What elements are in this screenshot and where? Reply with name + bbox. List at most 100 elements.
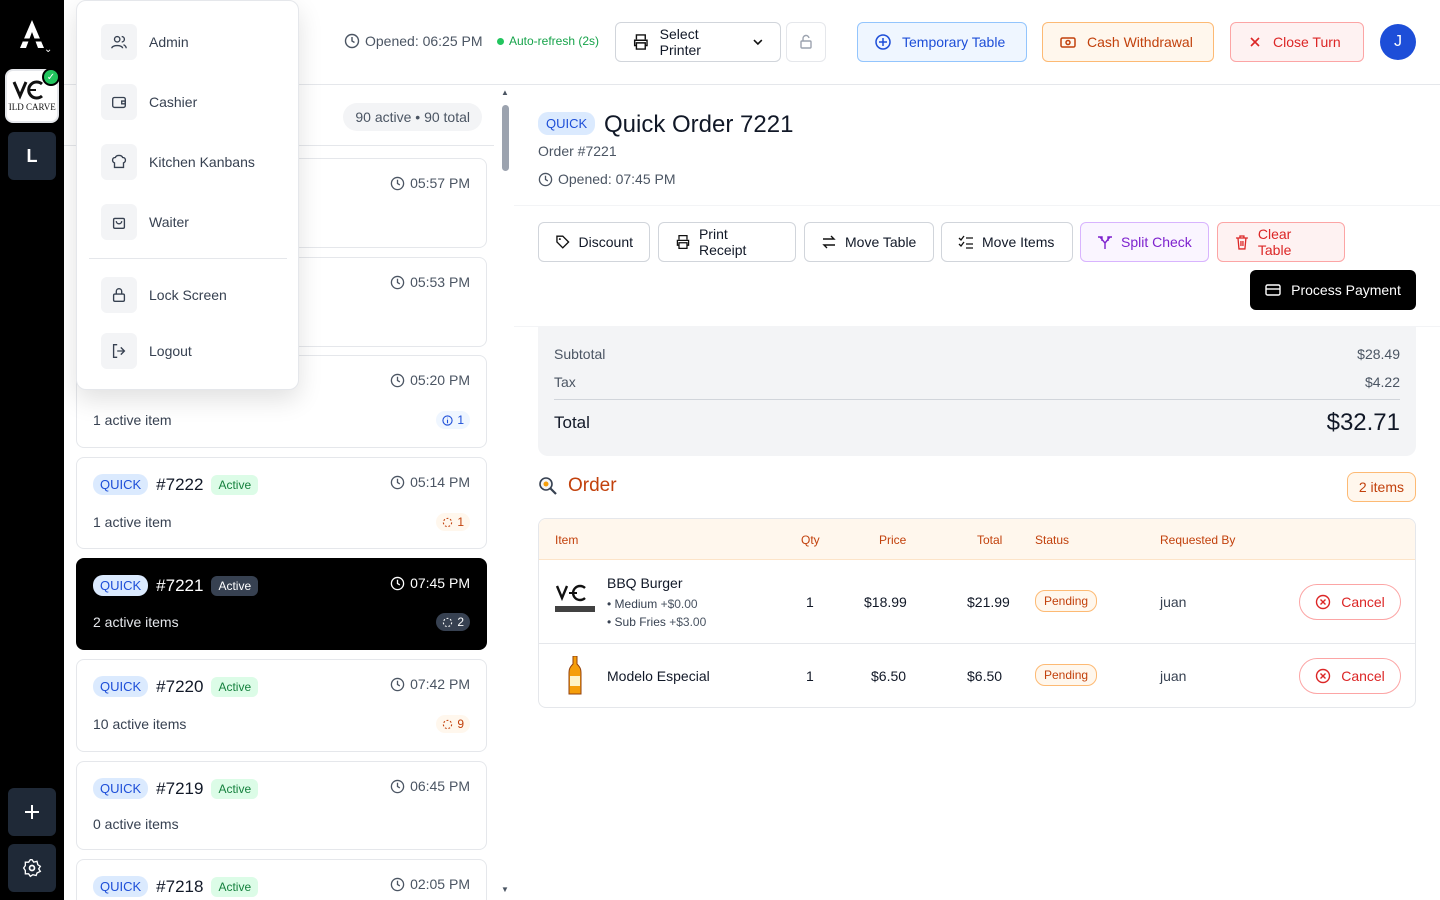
clock-icon [344,33,360,49]
order-card[interactable]: QUICK #7218 Active 02:05 PM [76,859,487,900]
order-time: 02:05 PM [390,876,470,892]
close-turn-button[interactable]: Close Turn [1230,22,1364,62]
clock-icon [390,877,405,891]
gear-icon [22,859,42,878]
order-time-text: 06:45 PM [410,778,470,794]
settings-button[interactable] [8,844,56,892]
item-qty: 1 [806,594,814,610]
shopping-bag-icon [101,204,137,240]
menu-item-admin[interactable]: Admin [101,24,189,60]
total-row: Total $32.71 [554,409,1400,437]
order-number: #7221 [156,575,204,595]
turn-opened-text: Opened: 06:25 PM [365,33,483,49]
order-time-text: 05:14 PM [410,474,470,490]
plus-circle-icon [875,34,891,50]
menu-item-logout[interactable]: Logout [101,333,192,369]
x-circle-icon [1316,668,1331,684]
menu-item-lock-screen[interactable]: Lock Screen [101,277,227,313]
item-total: $6.50 [967,668,1003,684]
loader-icon [443,617,453,627]
status-badge: Pending [1035,664,1098,686]
status-dot [497,37,504,45]
order-number: #7219 [156,778,204,798]
unlock-button[interactable] [786,22,826,62]
order-type-badge: QUICK [538,112,596,135]
cancel-label: Cancel [1341,594,1385,610]
avatar[interactable]: J [1380,24,1416,60]
chevron-down-icon [753,39,763,46]
total-value: $32.71 [1326,409,1400,436]
loader-icon [443,719,453,729]
discount-button[interactable]: Discount [538,222,650,262]
order-card[interactable]: QUICK #7219 Active 06:45 PM 0 active ite… [76,761,487,850]
divider [514,205,1440,206]
add-button[interactable] [8,788,56,836]
item-count-badge: 1 [436,411,470,429]
order-opened-text: Opened: 07:45 PM [558,171,676,187]
menu-item-waiter[interactable]: Waiter [101,204,189,240]
order-number: #7218 [156,876,204,896]
menu-item-label: Cashier [149,94,198,110]
order-time-text: 05:57 PM [410,175,470,191]
subtotal-row: Subtotal $28.49 [554,346,1400,362]
cancel-label: Cancel [1341,668,1385,684]
order-header: QUICK #7221 Active [93,575,259,596]
clock-icon [390,176,405,190]
print-receipt-button[interactable]: Print Receipt [658,222,796,262]
order-time: 05:20 PM [390,372,470,388]
move-table-button[interactable]: Move Table [804,222,934,262]
scroll-down-icon[interactable]: ▼ [501,885,509,894]
item-count-badge: 9 [436,715,470,733]
order-items-summary: 0 active items [93,816,179,832]
move-table-label: Move Table [845,234,917,250]
unlock-icon [800,34,812,49]
location-switcher[interactable]: L [8,132,56,180]
select-printer-dropdown[interactable]: Select Printer [615,22,781,62]
move-items-button[interactable]: Move Items [941,222,1073,262]
modifier: • Sub Fries +$3.00 [607,613,706,631]
tax-label: Tax [554,374,576,390]
item-name: BBQ Burger [607,575,683,591]
select-printer-label: Select Printer [659,26,701,58]
menu-item-label: Lock Screen [149,287,227,303]
item-total: $21.99 [967,594,1010,610]
banknote-icon [1060,37,1076,48]
order-type-badge: QUICK [93,575,149,596]
move-items-label: Move Items [982,234,1055,250]
order-type-badge: QUICK [93,676,149,697]
cash-withdrawal-button[interactable]: Cash Withdrawal [1042,22,1214,62]
restaurant-brand-logo[interactable]: VILD CARVER ✓ [5,68,60,123]
order-time: 05:57 PM [390,175,470,191]
menu-item-cashier[interactable]: Cashier [101,84,197,120]
close-turn-label: Close Turn [1273,34,1341,50]
column-header: Requested By [1160,533,1236,547]
cancel-item-button[interactable]: Cancel [1299,658,1401,694]
order-card-selected[interactable]: QUICK #7221 Active 07:45 PM 2 active ite… [76,558,487,650]
column-header: Total [977,533,1003,547]
menu-item-kitchen-kanbans[interactable]: Kitchen Kanbans [101,144,255,180]
scroll-up-icon[interactable]: ▲ [501,88,509,97]
order-card[interactable]: QUICK #7220 Active 07:42 PM 10 active it… [76,659,487,752]
item-qty: 1 [806,668,814,684]
scrollbar-thumb[interactable] [502,105,509,171]
role-menu: Admin Cashier Kitchen Kanbans Waiter Loc… [76,0,299,390]
table-row: BBQ Burger • Medium +$0.00 • Sub Fries +… [539,560,1415,644]
chevron-down-icon: ⌄ [44,44,53,55]
clear-table-button[interactable]: Clear Table [1217,222,1345,262]
order-items-summary: 1 active item [93,412,172,428]
modifier-price: +$3.00 [669,615,707,629]
process-payment-button[interactable]: Process Payment [1250,270,1416,310]
order-time-text: 05:53 PM [410,274,470,290]
split-check-button[interactable]: Split Check [1080,222,1209,262]
order-items-summary: 2 active items [93,614,179,630]
item-thumbnail [553,582,597,618]
order-card[interactable]: QUICK #7222 Active 05:14 PM 1 active ite… [76,457,487,549]
modifier: • Medium +$0.00 [607,595,706,613]
cancel-item-button[interactable]: Cancel [1299,584,1401,620]
order-type-badge: QUICK [93,778,149,799]
users-icon [101,24,137,60]
credit-card-icon [1265,284,1281,296]
temporary-table-button[interactable]: Temporary Table [857,22,1027,62]
item-name: Modelo Especial [607,668,710,684]
order-items-summary: 10 active items [93,716,187,732]
